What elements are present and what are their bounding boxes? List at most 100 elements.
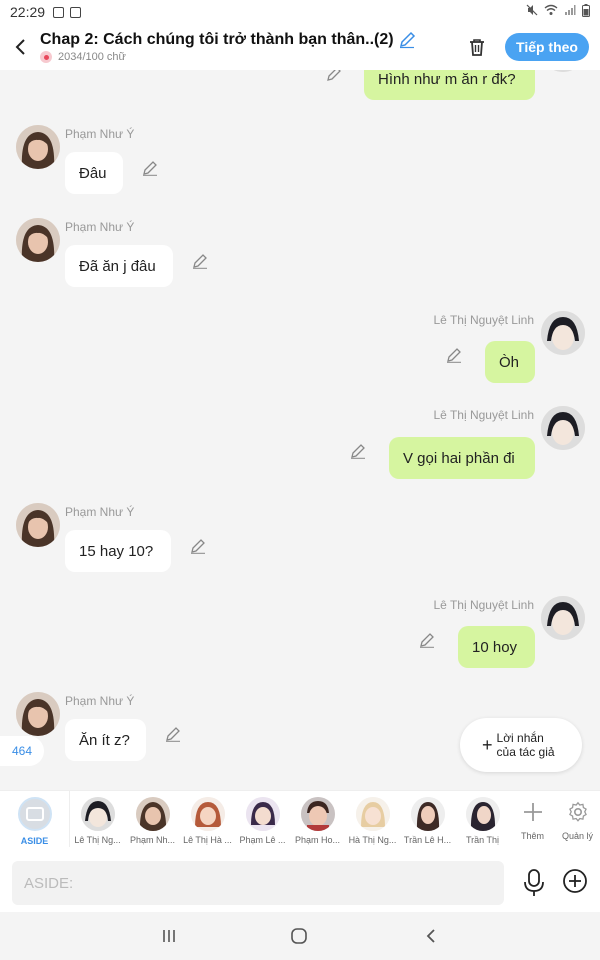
battery-icon — [582, 4, 590, 17]
avatar[interactable] — [541, 406, 585, 450]
character-avatar — [190, 797, 225, 831]
character-name: Phạm Ho... — [294, 835, 341, 845]
plus-icon — [518, 797, 548, 827]
avatar[interactable] — [16, 692, 60, 736]
character-item[interactable]: Lê Thị Hà ... — [180, 791, 235, 845]
chevron-left-icon — [15, 39, 25, 55]
signal-icon — [565, 5, 576, 15]
avatar[interactable] — [541, 311, 585, 355]
back-button[interactable] — [0, 24, 40, 70]
recent-apps-icon — [163, 930, 175, 942]
edit-title-icon[interactable] — [398, 31, 416, 49]
avatar[interactable] — [16, 125, 60, 169]
aside-label: ASIDE — [20, 836, 49, 846]
character-item[interactable]: Trần Lê H... — [400, 791, 455, 845]
author-note-line1: Lời nhắn — [496, 731, 544, 745]
character-avatar — [245, 797, 280, 831]
home-button[interactable] — [287, 926, 311, 946]
character-item[interactable]: Trần Thị — [455, 791, 510, 845]
input-bar — [0, 854, 600, 912]
message-bubble[interactable]: Hình như m ăn r đk? — [364, 70, 535, 100]
character-name: Phạm Nh... — [129, 835, 176, 845]
message-bubble[interactable]: Òh — [485, 341, 535, 383]
message-bubble[interactable]: Đâu — [65, 152, 123, 194]
status-time: 22:29 — [10, 4, 46, 20]
character-avatar — [355, 797, 390, 831]
chapter-title-block: Chap 2: Cách chúng tôi trở thành bạn thâ… — [40, 31, 459, 63]
message-bubble[interactable]: Ăn ít z? — [65, 719, 146, 761]
message-count-chip[interactable]: 464 — [0, 736, 44, 766]
edit-message-icon[interactable] — [190, 538, 206, 554]
message-bubble[interactable]: 10 hoy — [458, 626, 535, 668]
notification-icon — [70, 6, 82, 18]
trash-icon — [470, 39, 484, 56]
character-name: Lê Thị Hà ... — [183, 835, 232, 845]
character-item[interactable]: Hà Thị Ng... — [345, 791, 400, 845]
sender-name: Lê Thị Nguyệt Linh — [433, 408, 534, 422]
status-bar: 22:29 — [0, 0, 600, 24]
chat-area[interactable]: Hình như m ăn r đk? Phạm Như Ý Đâu Phạm … — [0, 70, 600, 790]
manage-label: Quản lý — [561, 831, 594, 841]
message-bubble[interactable]: V gọi hai phần đi — [389, 437, 535, 479]
character-item[interactable]: Phạm Lê ... — [235, 791, 290, 845]
aside-tab[interactable]: ASIDE — [0, 791, 70, 847]
character-name: Hà Thị Ng... — [348, 835, 397, 845]
gear-icon — [563, 797, 593, 827]
microphone-icon[interactable] — [520, 868, 548, 898]
add-circle-icon[interactable] — [562, 868, 588, 894]
character-item[interactable]: Phạm Nh... — [125, 791, 180, 845]
author-note-button[interactable]: + Lời nhắn của tác giả — [460, 718, 582, 772]
edit-message-icon[interactable] — [192, 253, 208, 269]
character-name: Lê Thị Ng... — [74, 835, 121, 845]
message-input[interactable] — [12, 861, 504, 905]
character-item[interactable]: Lê Thị Ng... — [70, 791, 125, 845]
wifi-icon — [544, 4, 558, 15]
avatar[interactable] — [16, 503, 60, 547]
character-item[interactable]: Phạm Ho... — [290, 791, 345, 845]
system-back-button[interactable] — [419, 926, 443, 946]
character-avatar — [465, 797, 500, 831]
character-bar: ASIDE Lê Thị Ng... Phạm Nh... Lê Thị Hà … — [0, 790, 600, 854]
status-icons — [526, 4, 590, 17]
system-nav-bar — [0, 912, 600, 960]
character-name: Trần Lê H... — [403, 835, 452, 845]
chapter-title[interactable]: Chap 2: Cách chúng tôi trở thành bạn thâ… — [40, 31, 394, 49]
avatar[interactable] — [16, 218, 60, 262]
sender-name: Phạm Như Ý — [65, 505, 135, 519]
message-bubble[interactable]: Đã ăn j đâu — [65, 245, 173, 287]
next-button[interactable]: Tiếp theo — [505, 33, 589, 61]
character-name: Phạm Lê ... — [239, 835, 286, 845]
edit-message-icon[interactable] — [419, 632, 435, 648]
add-character-button[interactable]: Thêm — [510, 791, 555, 841]
manage-button[interactable]: Quản lý — [555, 791, 600, 841]
edit-message-icon[interactable] — [165, 726, 181, 742]
mute-icon — [526, 4, 538, 16]
app-header: Chap 2: Cách chúng tôi trở thành bạn thâ… — [0, 24, 600, 70]
word-count-icon — [40, 51, 52, 63]
message-bubble[interactable]: 15 hay 10? — [65, 530, 171, 572]
character-name: Trần Thị — [465, 835, 499, 845]
character-avatar — [80, 797, 115, 831]
sender-name: Lê Thị Nguyệt Linh — [433, 598, 534, 612]
avatar[interactable] — [541, 596, 585, 640]
character-avatar — [410, 797, 445, 831]
sender-name: Lê Thị Nguyệt Linh — [433, 313, 534, 327]
sender-name: Phạm Như Ý — [65, 220, 135, 234]
gallery-icon — [53, 6, 65, 18]
edit-message-icon[interactable] — [326, 70, 342, 82]
sender-name: Phạm Như Ý — [65, 127, 135, 141]
aside-icon — [17, 797, 52, 831]
delete-button[interactable] — [459, 29, 495, 65]
plus-icon: + — [482, 735, 493, 755]
avatar[interactable] — [541, 70, 585, 72]
add-label: Thêm — [520, 831, 544, 841]
edit-message-icon[interactable] — [142, 160, 158, 176]
character-avatar — [135, 797, 170, 831]
home-icon — [291, 928, 307, 944]
edit-message-icon[interactable] — [446, 347, 462, 363]
sender-name: Phạm Như Ý — [65, 694, 135, 708]
word-count: 2034/100 chữ — [58, 51, 126, 63]
author-note-line2: của tác giả — [496, 745, 555, 759]
edit-message-icon[interactable] — [350, 443, 366, 459]
recent-apps-button[interactable] — [157, 926, 181, 946]
